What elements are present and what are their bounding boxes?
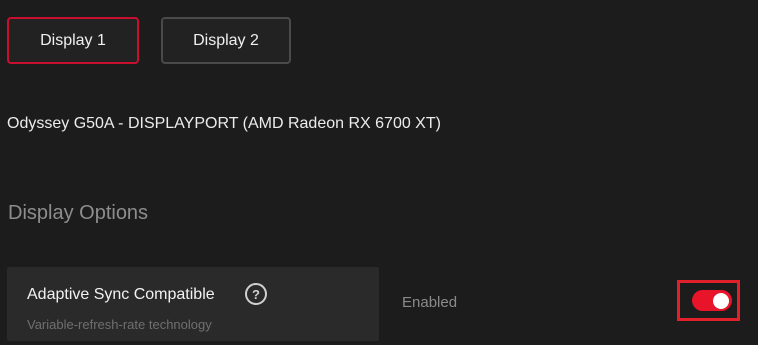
option-title: Adaptive Sync Compatible [27, 286, 215, 303]
tab-display-2[interactable]: Display 2 [161, 17, 291, 64]
option-card: Adaptive Sync Compatible ? Variable-refr… [7, 267, 379, 341]
section-title: Display Options [8, 202, 149, 224]
status-text: Enabled [402, 294, 458, 311]
adaptive-sync-row: Adaptive Sync Compatible ? Variable-refr… [0, 263, 758, 345]
question-circle-icon[interactable]: ? [245, 283, 267, 305]
tab-display-1[interactable]: Display 1 [7, 17, 139, 64]
option-subtitle: Variable-refresh-rate technology [27, 317, 212, 332]
adaptive-sync-toggle[interactable] [692, 290, 732, 311]
monitor-name: Odyssey G50A - DISPLAYPORT (AMD Radeon R… [7, 115, 441, 132]
toggle-knob [713, 292, 729, 309]
